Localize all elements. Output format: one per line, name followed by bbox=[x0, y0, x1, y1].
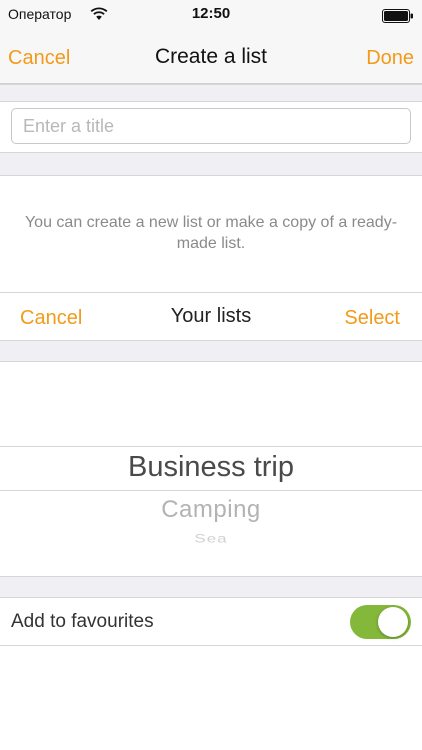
navigation-bar: Cancel Create a list Done bbox=[0, 32, 422, 84]
picker-item[interactable]: Camping bbox=[0, 496, 422, 524]
favourites-row: Add to favourites bbox=[0, 598, 422, 646]
section-separator bbox=[0, 576, 422, 598]
select-button[interactable]: Select bbox=[344, 307, 400, 330]
page-title: Create a list bbox=[154, 45, 268, 68]
section-separator bbox=[0, 84, 422, 102]
picker-item[interactable]: Sea bbox=[0, 532, 422, 546]
picker-selection-bottom-line bbox=[0, 490, 422, 491]
done-button[interactable]: Done bbox=[366, 47, 414, 70]
status-time: 12:50 bbox=[191, 5, 231, 22]
section-separator bbox=[0, 340, 422, 362]
list-picker[interactable]: Business trip Camping Sea bbox=[0, 362, 422, 576]
lists-toolbar: Cancel Your lists Select bbox=[0, 292, 422, 340]
favourites-label: Add to favourites bbox=[11, 611, 154, 632]
battery-icon bbox=[382, 9, 413, 23]
status-bar: Оператор 12:50 bbox=[0, 0, 422, 32]
section-separator bbox=[0, 152, 422, 176]
toggle-knob bbox=[378, 607, 408, 637]
picker-selected-item[interactable]: Business trip bbox=[0, 451, 422, 484]
picker-selection-top-line bbox=[0, 446, 422, 447]
favourites-toggle[interactable] bbox=[350, 605, 411, 639]
title-input[interactable] bbox=[11, 108, 411, 144]
info-text: You can create a new list or make a copy… bbox=[24, 214, 398, 252]
